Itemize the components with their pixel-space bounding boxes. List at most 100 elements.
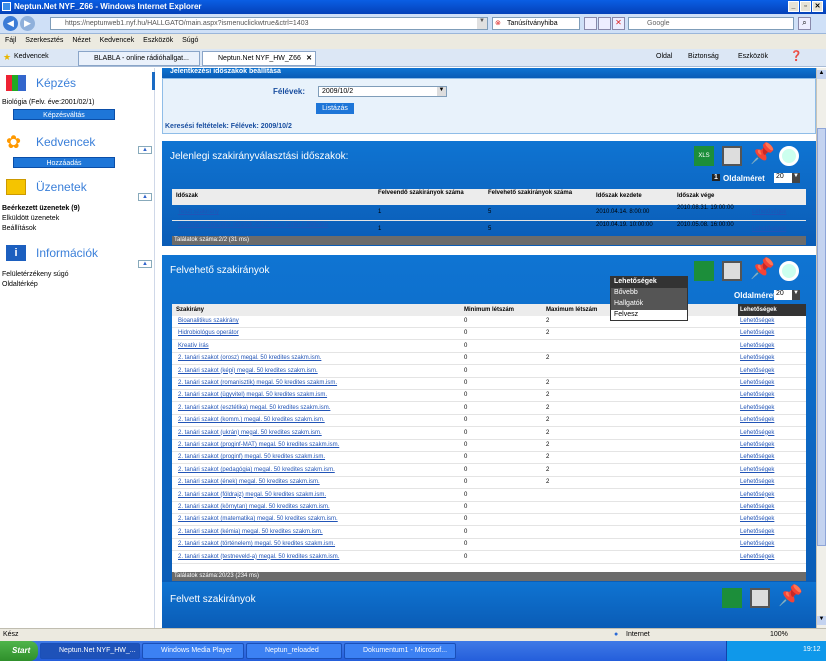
page-size-select[interactable]: 20 ▼ xyxy=(774,290,800,300)
major-link[interactable]: 2. tanári szakot (esztétika) megal. 50 k… xyxy=(178,405,330,411)
page-size-select[interactable]: 20 ▼ xyxy=(774,173,800,183)
collapse-arrow-icon[interactable]: ▲ xyxy=(138,193,152,201)
close-window-button[interactable]: ✕ xyxy=(812,1,823,12)
print-icon[interactable] xyxy=(722,261,742,281)
major-link[interactable]: 2. tanári szakot (proginf-MAT) megal. 50… xyxy=(178,442,339,448)
scroll-up-icon[interactable]: ▲ xyxy=(817,70,826,79)
collapse-arrow-icon[interactable]: ▲ xyxy=(138,146,152,154)
major-link[interactable]: Bioanalitikus szakirány xyxy=(178,318,239,324)
major-link[interactable]: 2. tanári szakot (proginf) megal. 50 kre… xyxy=(178,454,325,460)
certificate-error-badge[interactable]: ⊗ Tanúsítványhiba xyxy=(492,17,580,30)
options-link[interactable]: Lehetőségek xyxy=(740,392,774,398)
major-link[interactable]: 2. tanári szakot (kémia) megal. 50 kredi… xyxy=(178,529,323,535)
pin-icon[interactable]: 📌 xyxy=(750,259,775,279)
options-link[interactable]: Lehetőségek xyxy=(740,330,774,336)
toolbar-page[interactable]: Oldal xyxy=(656,53,672,60)
taskbar-media-player[interactable]: Windows Media Player xyxy=(142,643,244,659)
refresh-icon[interactable] xyxy=(598,17,611,30)
major-link[interactable]: 2. tanári szakot (orosz) megal. 50 kredi… xyxy=(178,355,321,361)
options-link[interactable]: Lehetőségek xyxy=(740,479,774,485)
options-link[interactable]: Lehetőségek xyxy=(740,467,774,473)
major-link[interactable]: 2. tanári szakot (történelem) megal. 50 … xyxy=(178,541,335,547)
print-icon[interactable] xyxy=(750,588,770,608)
list-button[interactable]: Listázás xyxy=(316,103,354,114)
major-link[interactable]: 2. tanári szakot (matematika) megal. 50 … xyxy=(178,516,338,522)
menu-tools[interactable]: Eszközök xyxy=(143,37,173,44)
options-link[interactable]: Lehetőségek xyxy=(740,380,774,386)
major-link[interactable]: 2. tanári szakot (ügyvitel) megal. 50 kr… xyxy=(178,392,327,398)
inbox-link[interactable]: Beérkezett üzenetek (9) xyxy=(2,205,80,212)
menu-view[interactable]: Nézet xyxy=(72,37,90,44)
major-link[interactable]: 2. tanári szakot (romanisztik) megal. 50… xyxy=(178,380,337,386)
print-icon[interactable] xyxy=(722,146,742,166)
options-link[interactable]: Lehetőségek xyxy=(740,492,774,498)
help-icon[interactable]: ❓ xyxy=(790,51,802,62)
forward-button[interactable]: ▶ xyxy=(20,16,35,31)
major-link[interactable]: Kreatív írás xyxy=(178,343,209,349)
menu-edit[interactable]: Szerkesztés xyxy=(25,37,63,44)
search-icon[interactable]: ⌕ xyxy=(798,17,811,30)
scroll-thumb[interactable] xyxy=(817,128,826,546)
scroll-down-icon[interactable]: ▼ xyxy=(817,616,826,625)
xls-export-icon[interactable]: XLS xyxy=(694,146,714,166)
tab-blabla[interactable]: BLABLA - online rádióhallgat... xyxy=(78,51,200,66)
options-link[interactable]: Lehetőségek xyxy=(740,516,774,522)
major-link[interactable]: 2. tanári szakot (ukrán) megal. 50 kredi… xyxy=(178,430,322,436)
pin-icon[interactable]: 📌 xyxy=(778,586,803,606)
menu-favorites[interactable]: Kedvencek xyxy=(100,37,135,44)
options-link[interactable]: Lehetőségek xyxy=(740,355,774,361)
search-input[interactable]: Google xyxy=(628,17,794,30)
minimize-button[interactable]: _ xyxy=(788,1,799,12)
page-number[interactable]: 1 xyxy=(712,174,720,181)
options-link[interactable]: Lehetőségek xyxy=(740,343,774,349)
magnifier-icon[interactable] xyxy=(779,146,799,166)
zoom-level[interactable]: 100% xyxy=(770,631,788,638)
major-link[interactable]: 2. tanári szakot (testneveld-a) megal. 5… xyxy=(178,554,339,560)
taskbar-ie[interactable]: Neptun.Net NYF_HW_... xyxy=(40,643,140,659)
taskbar-neptun-reloaded[interactable]: Neptun_reloaded xyxy=(246,643,342,659)
start-button[interactable]: Start xyxy=(0,641,38,661)
options-link[interactable]: Lehetőségek xyxy=(740,430,774,436)
context-help-link[interactable]: Felületérzékeny súgó xyxy=(2,271,69,278)
favorites-button[interactable]: Kedvencek xyxy=(14,53,49,60)
context-item-students[interactable]: Hallgatók xyxy=(611,299,687,310)
pin-icon[interactable]: 📌 xyxy=(750,144,775,164)
compatibility-icon[interactable] xyxy=(584,17,597,30)
major-link[interactable]: 2. tanári szakot (képi) megal. 50 kredit… xyxy=(178,368,318,374)
major-link[interactable]: 2. tanári szakot (komm.) megal. 50 kredi… xyxy=(178,417,325,423)
toolbar-tools[interactable]: Eszközök xyxy=(738,53,768,60)
options-link[interactable]: Lehetőségek xyxy=(740,318,774,324)
sent-link[interactable]: Elküldött üzenetek xyxy=(2,215,59,222)
options-link[interactable]: Lehetőségek xyxy=(740,417,774,423)
address-dropdown-icon[interactable]: ▼ xyxy=(477,18,487,29)
options-link[interactable]: Lehetőségek xyxy=(740,529,774,535)
maximize-button[interactable]: ▫ xyxy=(800,1,811,12)
tab-neptun[interactable]: Neptun.Net NYF_HW_Z66 ✕ xyxy=(202,51,316,66)
major-link[interactable]: Hidrobiológus operátor xyxy=(178,330,239,336)
major-link[interactable]: 2. tanári szakot (pedagógia) megal. 50 k… xyxy=(178,467,335,473)
major-link[interactable]: 2. tanári szakot (ének) megal. 50 kredit… xyxy=(178,479,320,485)
page-scrollbar[interactable]: ▲ ▼ xyxy=(816,68,826,628)
settings-link[interactable]: Beállítások xyxy=(2,225,36,232)
options-link[interactable]: Lehetőségek xyxy=(740,405,774,411)
options-link[interactable]: Lehetőségek xyxy=(740,504,774,510)
program-switch-button[interactable]: Képzésváltás xyxy=(13,109,115,120)
magnifier-icon[interactable] xyxy=(779,261,799,281)
options-link[interactable]: Lehetőségek xyxy=(740,554,774,560)
context-item-details[interactable]: Bővebb xyxy=(611,288,687,299)
stop-icon[interactable]: ✕ xyxy=(612,17,625,30)
close-tab-icon[interactable]: ✕ xyxy=(306,54,312,62)
options-link[interactable]: Lehetőségek xyxy=(740,442,774,448)
options-link[interactable]: Lehetőségek xyxy=(752,226,786,232)
xls-export-icon[interactable] xyxy=(694,261,714,281)
address-field[interactable]: https://neptunweb1.nyf.hu/HALLGATO/main.… xyxy=(50,17,488,30)
xls-export-icon[interactable] xyxy=(722,588,742,608)
back-button[interactable]: ◀ xyxy=(3,16,18,31)
options-link[interactable]: Lehetőségek xyxy=(740,368,774,374)
options-link[interactable]: Lehetőségek xyxy=(752,209,786,215)
context-item-enroll[interactable]: Felvesz xyxy=(611,310,687,321)
add-favorite-button[interactable]: Hozzáadás xyxy=(13,157,115,168)
menu-help[interactable]: Súgó xyxy=(182,37,198,44)
toolbar-security[interactable]: Biztonság xyxy=(688,53,719,60)
major-link[interactable]: 2. tanári szakot (környtan) megal. 50 kr… xyxy=(178,504,330,510)
